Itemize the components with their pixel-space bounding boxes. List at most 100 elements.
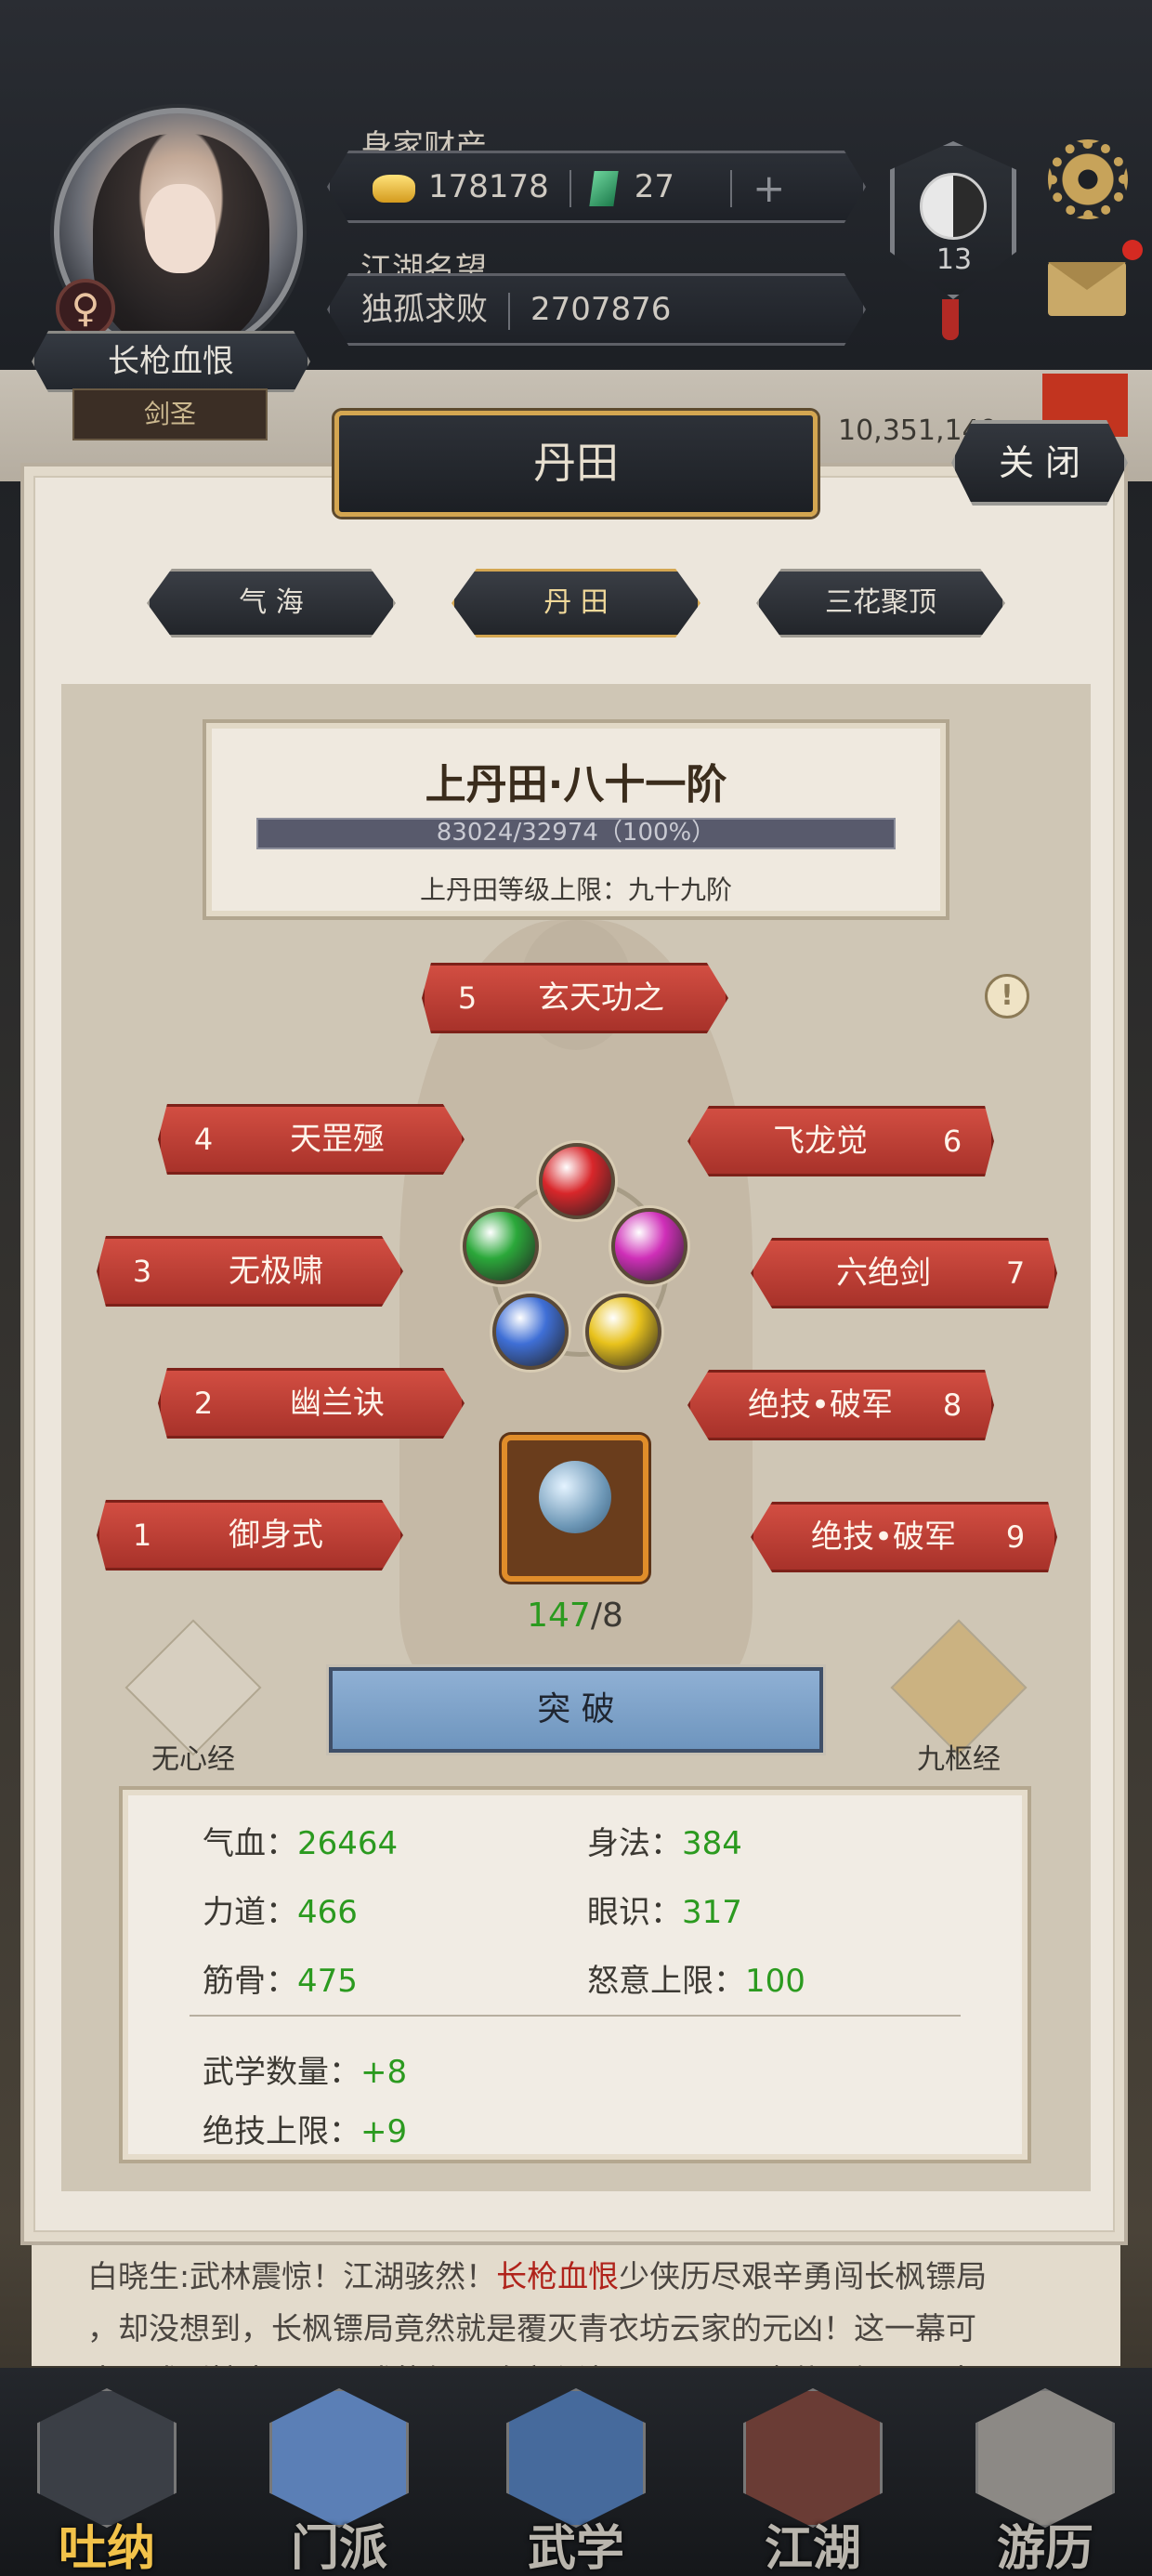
stat-value: 317 — [682, 1894, 742, 1931]
skill-num: 3 — [132, 1254, 152, 1289]
mail-icon[interactable] — [1048, 262, 1126, 316]
yellow-gem-icon[interactable] — [585, 1294, 661, 1370]
skill-num: 6 — [942, 1124, 962, 1159]
martial-books-icon — [506, 2388, 646, 2528]
stat-label: 眼识： — [587, 1894, 682, 1931]
breakthrough-button[interactable]: 突 破 — [329, 1667, 823, 1753]
skill-slot-5[interactable]: 5 玄天功之 — [422, 963, 728, 1033]
emblem-level: 13 — [936, 243, 973, 276]
nav-label: 武学 — [527, 2520, 624, 2576]
nav-label: 门派 — [290, 2520, 387, 2576]
skill-name: 御身式 — [229, 1517, 323, 1554]
nav-label: 吐纳 — [58, 2520, 155, 2576]
stat-value: +9 — [360, 2113, 408, 2150]
tab-sanhua[interactable]: 三花聚顶 — [756, 569, 1005, 637]
jade-amount: 27 — [634, 168, 675, 205]
story-line-3: 真是戏剧性十足，唱戏的都不敢这么演！只是，那少侠从镖局里出 — [87, 2355, 1065, 2366]
count-current: 147 — [527, 1597, 591, 1635]
player-title: 剑圣 — [72, 388, 268, 440]
stats-divider — [190, 2015, 961, 2017]
skill-num: 7 — [1005, 1255, 1026, 1291]
stat-label: 身法： — [587, 1825, 682, 1862]
progress-text: 83024/32974（100%） — [436, 819, 716, 847]
stat-label: 怒意上限： — [587, 1963, 745, 2000]
stat-value: 100 — [745, 1963, 805, 2000]
skill-name: 绝技•破军 — [810, 1518, 957, 1556]
stat-value: +8 — [360, 2054, 408, 2091]
level-cap: 上丹田等级上限：九十九阶 — [419, 874, 732, 905]
stat-label: 武学数量： — [203, 2054, 360, 2091]
book-right-label: 九枢经 — [917, 1743, 1001, 1776]
skill-slot-1[interactable]: 1 御身式 — [97, 1500, 403, 1571]
tab-qihai[interactable]: 气 海 — [147, 569, 396, 637]
meditation-figure-icon — [37, 2388, 177, 2528]
count-total: /8 — [590, 1597, 623, 1635]
stat-label: 气血： — [203, 1825, 297, 1862]
sect-banner-icon — [269, 2388, 409, 2528]
fame-box: 独孤求败 2707876 — [327, 273, 866, 346]
stat-perception: 眼识：317 — [587, 1886, 742, 1932]
add-currency-icon[interactable]: + — [753, 155, 785, 222]
stat-label: 力道： — [203, 1894, 297, 1931]
skill-slot-6[interactable]: 飞龙觉 6 — [687, 1106, 994, 1176]
skill-slot-7[interactable]: 六绝剑 7 — [751, 1238, 1057, 1308]
close-button[interactable]: 关 闭 — [951, 420, 1128, 506]
stat-label: 绝技上限： — [203, 2113, 360, 2150]
skill-name: 幽兰诀 — [290, 1385, 385, 1422]
nav-martial[interactable]: 武学 — [497, 2379, 655, 2576]
bonus-ultimate-cap: 绝技上限：+9 — [203, 2106, 407, 2151]
stat-agility: 身法：384 — [587, 1818, 742, 1863]
book-left-label: 无心经 — [151, 1743, 235, 1776]
skill-slot-2[interactable]: 2 幽兰诀 — [158, 1368, 465, 1439]
skill-name: 六绝剑 — [836, 1255, 931, 1292]
white-horse-icon — [975, 2388, 1115, 2528]
blue-gem-icon[interactable] — [492, 1294, 569, 1370]
tab-dantian[interactable]: 丹 田 — [452, 569, 700, 637]
stat-hp: 气血：26464 — [203, 1818, 398, 1863]
fame-title: 独孤求败 — [361, 291, 488, 328]
nav-label: 游历 — [996, 2520, 1093, 2576]
yin-yang-icon — [920, 173, 987, 240]
skill-slot-4[interactable]: 4 天罡殛 — [158, 1104, 465, 1175]
stat-value: 384 — [682, 1825, 742, 1862]
gold-ingot-icon — [373, 174, 415, 203]
nav-sect[interactable]: 门派 — [260, 2379, 418, 2576]
nav-tuna[interactable]: 吐纳 — [28, 2379, 186, 2576]
female-icon: ♀ — [56, 279, 115, 338]
stat-rage-cap: 怒意上限：100 — [587, 1955, 805, 2001]
skill-slot-8[interactable]: 绝技•破军 8 — [687, 1370, 994, 1440]
story-ticker: 白晓生:武林震惊！江湖骇然！长枪血恨少侠历尽艰辛勇闯长枫镖局 ，却没想到，长枫镖… — [32, 2245, 1120, 2366]
fame-value: 2707876 — [530, 291, 672, 328]
player-name: 长枪血恨 — [32, 331, 310, 392]
nav-jianghu[interactable]: 江湖 — [734, 2379, 892, 2576]
level-title: 上丹田·八十一阶 — [425, 761, 727, 808]
avatar-face — [145, 184, 216, 273]
skill-name: 天罡殛 — [290, 1121, 385, 1158]
skill-num: 1 — [132, 1518, 152, 1553]
green-gem-icon[interactable] — [463, 1208, 539, 1284]
skill-slot-9[interactable]: 绝技•破军 9 — [751, 1502, 1057, 1572]
skill-name: 无极啸 — [229, 1253, 323, 1290]
skill-num: 9 — [1005, 1519, 1026, 1555]
nav-travel[interactable]: 游历 — [966, 2379, 1124, 2576]
purple-gem-icon[interactable] — [611, 1208, 687, 1284]
item-count: 147/8 — [502, 1597, 648, 1635]
stat-value: 475 — [297, 1963, 358, 2000]
stat-value: 466 — [297, 1894, 358, 1931]
skill-slot-3[interactable]: 3 无极啸 — [97, 1236, 403, 1307]
info-warning-icon[interactable]: ! — [985, 974, 1029, 1019]
skill-num: 8 — [942, 1387, 962, 1423]
bonus-skill-count: 武学数量：+8 — [203, 2046, 407, 2092]
tassel-icon — [942, 299, 959, 340]
notification-dot — [1122, 240, 1143, 260]
story-text: 白晓生:武林震惊！江湖骇然！ — [87, 2258, 497, 2294]
settings-gear-icon[interactable] — [1048, 139, 1128, 219]
skill-name: 玄天功之 — [538, 979, 664, 1017]
gold-amount: 178178 — [428, 168, 549, 205]
crystal-orb-icon — [539, 1461, 611, 1533]
stat-value: 26464 — [297, 1825, 399, 1862]
wealth-box: 178178 27 + — [327, 151, 866, 223]
panel-title: 丹田 — [334, 411, 818, 517]
story-highlight: 长枪血恨 — [496, 2258, 620, 2294]
red-gem-icon[interactable] — [539, 1143, 615, 1219]
